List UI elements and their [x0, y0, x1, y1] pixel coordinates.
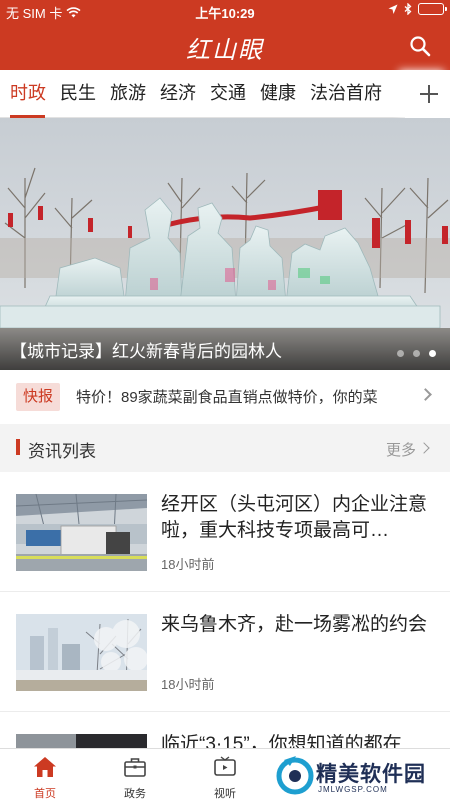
tab-jingji[interactable]: 经济 [153, 70, 203, 118]
more-link[interactable]: 更多 [386, 439, 416, 460]
channel-tabs: 时政 民生 旅游 经济 交通 健康 法治首府 [0, 70, 450, 118]
section-title: 资讯列表 [28, 442, 96, 461]
tab-shizheng[interactable]: 时政 [0, 70, 53, 118]
news-thumbnail [16, 494, 147, 571]
flash-news-text[interactable]: 特价！89家蔬菜副食品直销点做特价，你的菜 [76, 386, 410, 407]
tab-jiankang[interactable]: 健康 [253, 70, 303, 118]
status-icons [388, 3, 447, 15]
carousel-indicators [397, 350, 436, 357]
news-time: 18小时前 [161, 557, 215, 572]
banner-carousel[interactable]: 【城市记录】红火新春背后的园林人 [0, 118, 450, 370]
section-accent-bar [16, 439, 20, 455]
search-icon[interactable] [408, 34, 432, 58]
add-channel-button[interactable] [405, 70, 450, 118]
banner-caption[interactable]: 【城市记录】红火新春背后的园林人 [10, 337, 282, 362]
watermark-subtext: JMLWGSP.COM [318, 785, 388, 794]
news-headline[interactable]: 临近“3·15”，你想知道的都在 [161, 732, 431, 748]
tabbar-home[interactable]: 首页 [0, 749, 90, 800]
status-time: 上午10:29 [195, 6, 255, 21]
app-logo: 红山眼 [186, 36, 264, 64]
news-thumbnail [16, 734, 147, 748]
flash-badge: 快报 [16, 383, 60, 411]
tab-jiaotong[interactable]: 交通 [203, 70, 253, 118]
carousel-dot-active[interactable] [429, 350, 436, 357]
channel-tab-list: 时政 民生 旅游 经济 交通 健康 法治首府 [0, 70, 405, 118]
tab-fazhi-shoufu[interactable]: 法治首府 [303, 70, 389, 118]
news-section-header: 资讯列表 更多 [0, 424, 450, 472]
chevron-right-icon[interactable] [418, 442, 430, 454]
tabbar-video[interactable]: 视听 [180, 749, 270, 800]
tabbar-label: 视听 [214, 788, 236, 800]
tv-icon [214, 756, 236, 776]
chevron-right-icon[interactable] [419, 388, 432, 401]
tabbar-label: 政务 [124, 788, 146, 800]
tab-lvyou[interactable]: 旅游 [103, 70, 153, 118]
watermark: 精美软件园 JMLWGSP.COM [276, 752, 446, 798]
location-arrow-icon [388, 4, 398, 14]
news-item[interactable]: 经开区（头屯河区）内企业注意啦，重大科技专项最高可… 18小时前 [0, 472, 450, 592]
carousel-dot[interactable] [397, 350, 404, 357]
bluetooth-icon [404, 3, 412, 15]
status-bar: 无 SIM 卡 上午10:29 [0, 0, 450, 22]
news-thumbnail [16, 614, 147, 691]
carousel-dot[interactable] [413, 350, 420, 357]
watermark-text: 精美软件园 [316, 763, 426, 786]
briefcase-icon [124, 758, 146, 777]
news-item[interactable]: 临近“3·15”，你想知道的都在 [0, 712, 450, 748]
app-header: 红山眼 [0, 22, 450, 70]
news-item[interactable]: 来乌鲁木齐，赴一场雾凇的约会 18小时前 [0, 592, 450, 712]
watermark-logo-icon [276, 756, 314, 795]
tabbar-government[interactable]: 政务 [90, 749, 180, 800]
home-icon [34, 757, 56, 777]
news-list: 经开区（头屯河区）内企业注意啦，重大科技专项最高可… 18小时前 来乌鲁木齐，赴… [0, 472, 450, 748]
flash-news-bar[interactable]: 快报 特价！89家蔬菜副食品直销点做特价，你的菜 [0, 370, 450, 424]
news-time: 18小时前 [161, 677, 215, 692]
news-headline[interactable]: 来乌鲁木齐，赴一场雾凇的约会 [161, 612, 431, 638]
news-headline[interactable]: 经开区（头屯河区）内企业注意啦，重大科技专项最高可… [161, 492, 431, 544]
tab-minsheng[interactable]: 民生 [53, 70, 103, 118]
tabbar-label: 首页 [34, 788, 56, 800]
battery-icon [418, 3, 447, 15]
